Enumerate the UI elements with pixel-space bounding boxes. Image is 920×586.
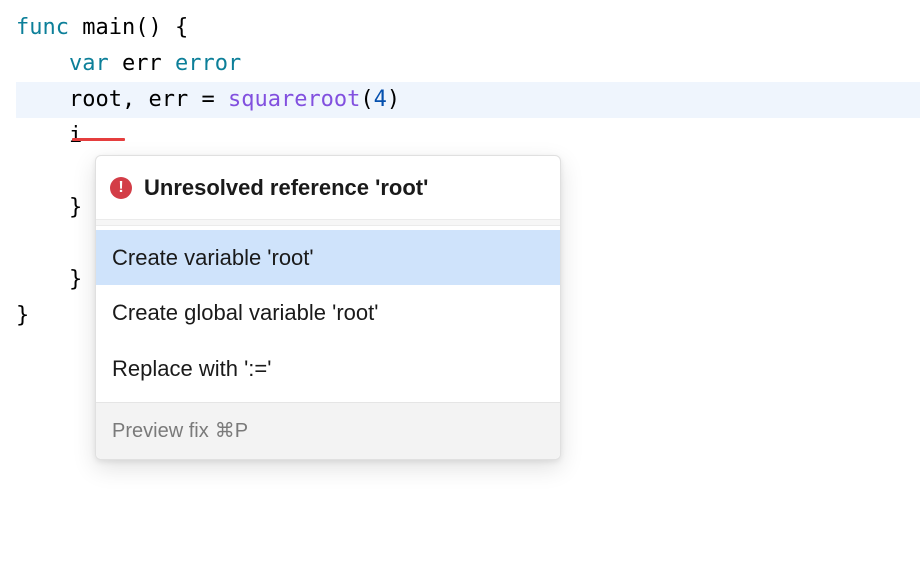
paren-close: ) <box>387 87 400 112</box>
quick-fix-popup: ! Unresolved reference 'root' Create var… <box>95 155 561 460</box>
code-line-highlighted: root, err = squareroot(4) <box>16 82 920 118</box>
brace: } <box>69 195 82 220</box>
quick-fix-item-create-global[interactable]: Create global variable 'root' <box>96 285 560 340</box>
identifier: err <box>148 87 188 112</box>
code-line: var err error <box>16 46 920 82</box>
error-identifier: root <box>69 87 122 112</box>
parens: () { <box>135 15 188 40</box>
brace: } <box>69 267 82 292</box>
code-line: i <box>16 118 920 154</box>
quick-fix-item-create-variable[interactable]: Create variable 'root' <box>96 230 560 285</box>
partial-text: i <box>69 123 82 148</box>
type: error <box>175 51 241 76</box>
error-icon: ! <box>110 177 132 199</box>
shortcut-label: ⌘P <box>215 415 248 447</box>
popup-header: ! Unresolved reference 'root' <box>96 156 560 220</box>
identifier: err <box>122 51 162 76</box>
brace: } <box>16 303 29 328</box>
keyword-var: var <box>69 51 109 76</box>
keyword-func: func <box>16 15 69 40</box>
popup-items: Create variable 'root' Create global var… <box>96 226 560 402</box>
preview-fix-label: Preview fix <box>112 415 209 447</box>
assign: = <box>188 87 228 112</box>
func-name: main <box>82 15 135 40</box>
popup-footer[interactable]: Preview fix ⌘P <box>96 402 560 459</box>
comma: , <box>122 87 149 112</box>
paren-open: ( <box>360 87 373 112</box>
quick-fix-item-replace-coloneq[interactable]: Replace with ':=' <box>96 341 560 396</box>
error-underline <box>72 138 125 141</box>
popup-title: Unresolved reference 'root' <box>144 170 428 205</box>
number-literal: 4 <box>374 87 387 112</box>
code-line: func main() { <box>16 10 920 46</box>
function-call: squareroot <box>228 87 360 112</box>
